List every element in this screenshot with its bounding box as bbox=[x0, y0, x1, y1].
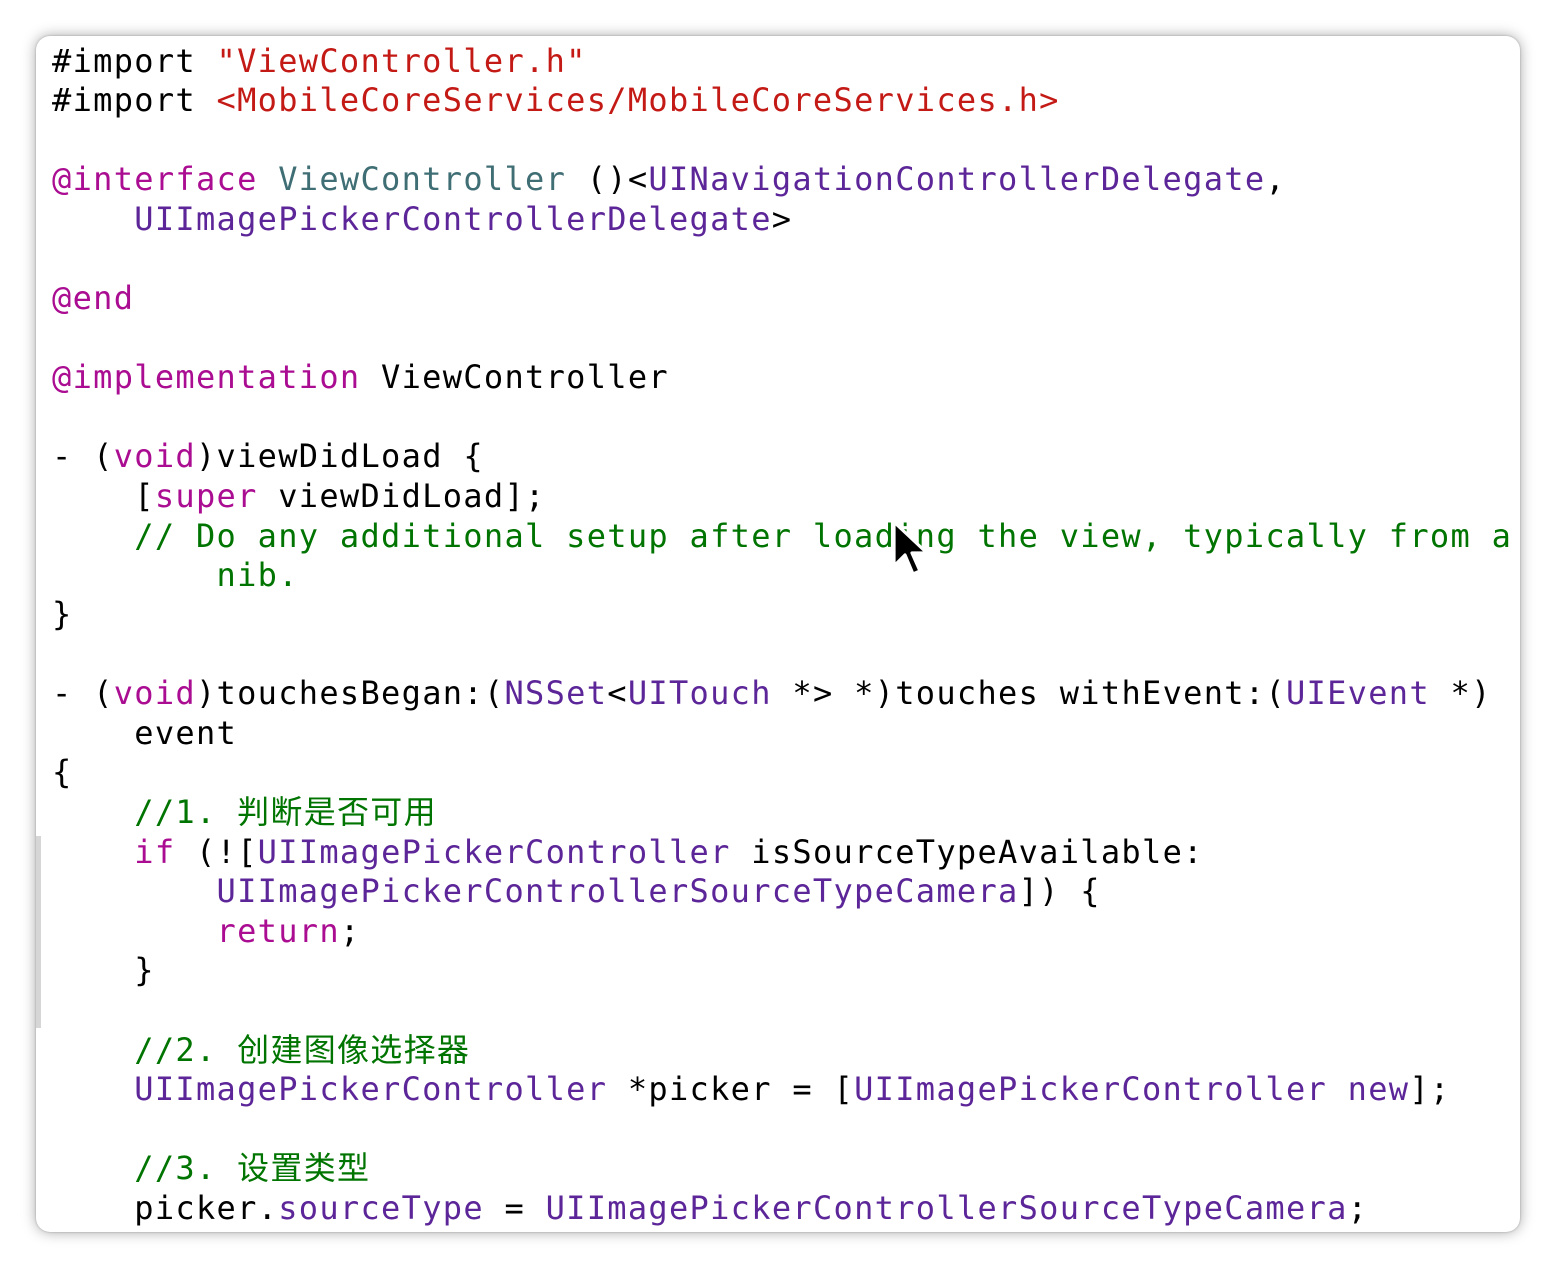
code-token: = bbox=[483, 1189, 546, 1227]
code-line: } bbox=[52, 950, 1520, 990]
code-line: @end bbox=[52, 278, 1520, 318]
code-token: ]; bbox=[1409, 1070, 1451, 1108]
code-token: ; bbox=[1347, 1189, 1369, 1227]
code-token: nib. bbox=[52, 556, 299, 594]
code-token: @implementation bbox=[52, 358, 361, 396]
code-token: UINavigationControllerDelegate bbox=[648, 160, 1266, 198]
code-token: #import bbox=[52, 42, 217, 80]
code-token: @end bbox=[52, 279, 135, 317]
code-line: @interface ViewController ()<UINavigatio… bbox=[52, 159, 1520, 199]
code-token: sourceType bbox=[278, 1189, 484, 1227]
code-token: > bbox=[771, 200, 793, 238]
code-token: } bbox=[52, 951, 155, 989]
code-token: #import bbox=[52, 81, 217, 119]
code-token: //1. 判断是否可用 bbox=[52, 793, 437, 831]
code-token: <MobileCoreServices/MobileCoreServices.h… bbox=[216, 81, 1060, 119]
code-token: "ViewController.h" bbox=[216, 42, 587, 80]
code-token: UIImagePickerControllerDelegate bbox=[52, 200, 772, 238]
code-token: UIImagePickerController bbox=[257, 833, 731, 871]
code-token: < bbox=[607, 674, 628, 712]
code-token: void bbox=[113, 674, 196, 712]
code-token: picker. bbox=[52, 1189, 279, 1227]
code-token: [ bbox=[52, 477, 155, 515]
code-token: - ( bbox=[52, 437, 114, 475]
code-line: #import "ViewController.h" bbox=[52, 41, 1520, 81]
code-line: [super viewDidLoad]; bbox=[52, 476, 1520, 516]
code-line: UIImagePickerControllerDelegate> bbox=[52, 199, 1520, 239]
code-token: @interface bbox=[52, 160, 279, 198]
code-line: - (void)viewDidLoad { bbox=[52, 436, 1520, 476]
code-token: // Do any additional setup after loading… bbox=[52, 517, 1513, 555]
code-token: super bbox=[154, 477, 258, 515]
code-token: UIEvent bbox=[1285, 674, 1430, 712]
code-token: UITouch bbox=[627, 674, 772, 712]
code-token: UIImagePickerController bbox=[854, 1070, 1328, 1108]
arrow-cursor-icon bbox=[892, 520, 929, 576]
code-token: viewDidLoad]; bbox=[257, 477, 546, 515]
code-token: *picker = [ bbox=[607, 1070, 855, 1108]
code-line: - (void)touchesBegan:(NSSet<UITouch *> *… bbox=[52, 673, 1520, 713]
code-token: (![ bbox=[175, 833, 258, 871]
code-view[interactable]: #import "ViewController.h" #import <Mobi… bbox=[36, 36, 1520, 1232]
code-line: { bbox=[52, 752, 1520, 792]
code-token: UIImagePickerController bbox=[52, 1070, 608, 1108]
code-token: *> *)touches withEvent:( bbox=[771, 674, 1286, 712]
code-token: isSourceTypeAvailable: bbox=[730, 833, 1204, 871]
code-token: ; bbox=[339, 912, 361, 950]
code-token: } bbox=[52, 595, 73, 633]
code-line: return; bbox=[52, 911, 1520, 951]
code-line: #import <MobileCoreServices/MobileCoreSe… bbox=[52, 80, 1520, 120]
code-token: //3. 设置类型 bbox=[52, 1149, 371, 1187]
code-token: UIImagePickerControllerSourceTypeCamera bbox=[52, 872, 1019, 910]
code-token: new bbox=[1327, 1070, 1410, 1108]
code-token: ]) { bbox=[1018, 872, 1101, 910]
code-line: UIImagePickerControllerSourceTypeCamera]… bbox=[52, 871, 1520, 911]
code-token: ViewController bbox=[360, 358, 669, 396]
code-token: UIImagePickerControllerSourceTypeCamera bbox=[545, 1189, 1348, 1227]
code-token: return bbox=[216, 912, 340, 950]
code-token: NSSet bbox=[504, 674, 608, 712]
code-line: //1. 判断是否可用 bbox=[52, 792, 1520, 832]
code-token: ViewController bbox=[278, 160, 567, 198]
code-token: if bbox=[134, 833, 176, 871]
code-token: //2. 创建图像选择器 bbox=[52, 1031, 471, 1069]
code-token: )touchesBegan:( bbox=[195, 674, 505, 712]
code-line: //3. 设置类型 bbox=[52, 1148, 1520, 1188]
code-line: nib. bbox=[52, 555, 1520, 595]
code-line: // Do any additional setup after loading… bbox=[52, 516, 1520, 556]
code-editor-window: #import "ViewController.h" #import <Mobi… bbox=[36, 36, 1520, 1232]
code-line: picker.sourceType = UIImagePickerControl… bbox=[52, 1188, 1520, 1228]
code-token: ()< bbox=[566, 160, 649, 198]
code-line: UIImagePickerController *picker = [UIIma… bbox=[52, 1069, 1520, 1109]
code-line: } bbox=[52, 594, 1520, 634]
code-token: void bbox=[113, 437, 196, 475]
code-token: - ( bbox=[52, 674, 114, 712]
code-token: , bbox=[1265, 160, 1286, 198]
code-line: @implementation ViewController bbox=[52, 357, 1520, 397]
code-line: if (![UIImagePickerController isSourceTy… bbox=[52, 832, 1520, 872]
code-line: event bbox=[52, 713, 1520, 753]
code-token: { bbox=[52, 753, 73, 791]
code-token: event bbox=[52, 714, 238, 752]
code-line: //2. 创建图像选择器 bbox=[52, 1030, 1520, 1070]
code-token: )viewDidLoad { bbox=[195, 437, 484, 475]
code-token: *) bbox=[1429, 674, 1492, 712]
